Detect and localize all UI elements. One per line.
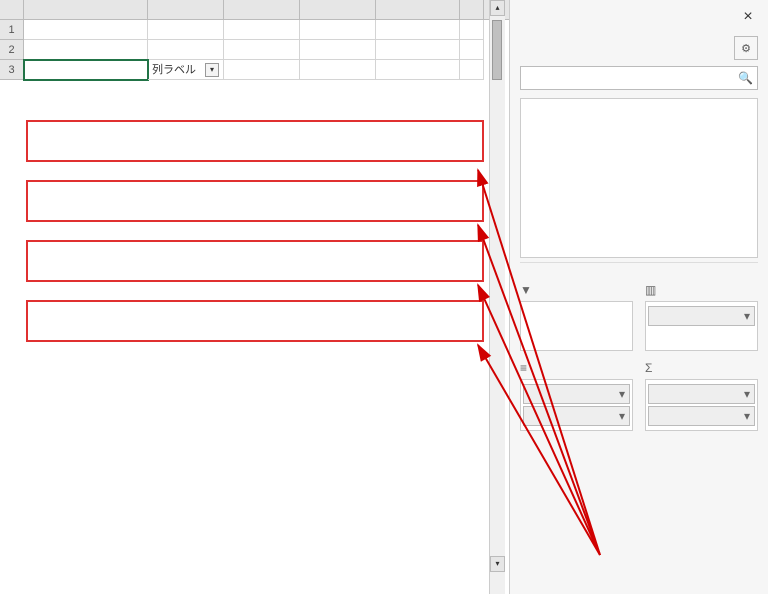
cell[interactable] [300, 60, 376, 80]
zone-value: Σ ▾ ▾ [645, 361, 758, 431]
select-all-corner[interactable] [0, 0, 24, 19]
cell[interactable] [224, 20, 300, 40]
row-header[interactable]: 2 [0, 40, 24, 60]
search-icon: 🔍 [738, 71, 753, 85]
spreadsheet[interactable]: 123 列ラベル▾ ▴ ▾ [0, 0, 510, 594]
cell[interactable] [24, 60, 148, 80]
cell[interactable]: 列ラベル▾ [148, 60, 224, 80]
field-list[interactable] [520, 98, 758, 258]
column-drop-zone[interactable]: ▾ [645, 301, 758, 351]
row-drop-zone[interactable]: ▾ ▾ [520, 379, 633, 431]
cell[interactable] [376, 20, 460, 40]
zone-column: ▥ ▾ [645, 283, 758, 351]
pivot-task-pane: × ⚙ 🔍 ▼ ▥ ▾ ≡ [510, 0, 768, 594]
filter-drop-zone[interactable] [520, 301, 633, 351]
cell[interactable] [376, 60, 460, 80]
chevron-down-icon[interactable]: ▾ [744, 409, 750, 423]
chevron-down-icon[interactable]: ▾ [619, 387, 625, 401]
filter-dropdown-icon[interactable]: ▾ [205, 63, 219, 77]
cell[interactable] [300, 20, 376, 40]
scroll-up-button[interactable]: ▴ [490, 0, 505, 16]
vertical-scrollbar[interactable]: ▴ ▾ [489, 0, 505, 594]
chevron-down-icon[interactable]: ▾ [744, 387, 750, 401]
search-input[interactable] [525, 71, 738, 85]
col-header-C[interactable] [224, 0, 300, 19]
gear-icon[interactable]: ⚙ [734, 36, 758, 60]
chevron-down-icon[interactable]: ▾ [744, 309, 750, 323]
zone-item[interactable]: ▾ [648, 406, 755, 426]
cell[interactable] [24, 40, 148, 60]
column-headers [0, 0, 509, 20]
cell[interactable] [460, 60, 484, 80]
zone-filter: ▼ [520, 283, 633, 351]
cell[interactable] [148, 40, 224, 60]
cell[interactable] [224, 40, 300, 60]
sigma-icon: Σ [645, 361, 652, 375]
highlight-box [26, 120, 484, 162]
cell[interactable] [460, 40, 484, 60]
highlight-box [26, 300, 484, 342]
row-header[interactable]: 1 [0, 20, 24, 40]
scroll-thumb[interactable] [492, 20, 502, 80]
cell[interactable] [300, 40, 376, 60]
highlight-box [26, 180, 484, 222]
cell[interactable] [24, 20, 148, 40]
zone-item[interactable]: ▾ [523, 406, 630, 426]
col-header-E[interactable] [376, 0, 460, 19]
row-header[interactable]: 3 [0, 60, 24, 80]
cell[interactable] [376, 40, 460, 60]
col-header-D[interactable] [300, 0, 376, 19]
cell[interactable] [460, 20, 484, 40]
column-icon: ▥ [645, 283, 656, 297]
chevron-down-icon[interactable]: ▾ [619, 409, 625, 423]
value-drop-zone[interactable]: ▾ ▾ [645, 379, 758, 431]
cell-grid[interactable]: 123 列ラベル▾ [0, 20, 509, 80]
scroll-track[interactable] [490, 16, 505, 556]
scroll-down-button[interactable]: ▾ [490, 556, 505, 572]
other-tables-link[interactable] [520, 262, 758, 273]
col-header-F[interactable] [460, 0, 484, 19]
zone-item[interactable]: ▾ [648, 384, 755, 404]
col-header-A[interactable] [24, 0, 148, 19]
annotation-text [36, 442, 436, 462]
cell[interactable] [224, 60, 300, 80]
cell[interactable] [148, 20, 224, 40]
col-header-B[interactable] [148, 0, 224, 19]
filter-icon: ▼ [520, 283, 532, 297]
close-icon[interactable]: × [738, 8, 758, 28]
zone-item[interactable]: ▾ [648, 306, 755, 326]
highlight-box [26, 240, 484, 282]
zone-row: ≡ ▾ ▾ [520, 361, 633, 431]
row-icon: ≡ [520, 361, 527, 375]
zone-item[interactable]: ▾ [523, 384, 630, 404]
search-box[interactable]: 🔍 [520, 66, 758, 90]
